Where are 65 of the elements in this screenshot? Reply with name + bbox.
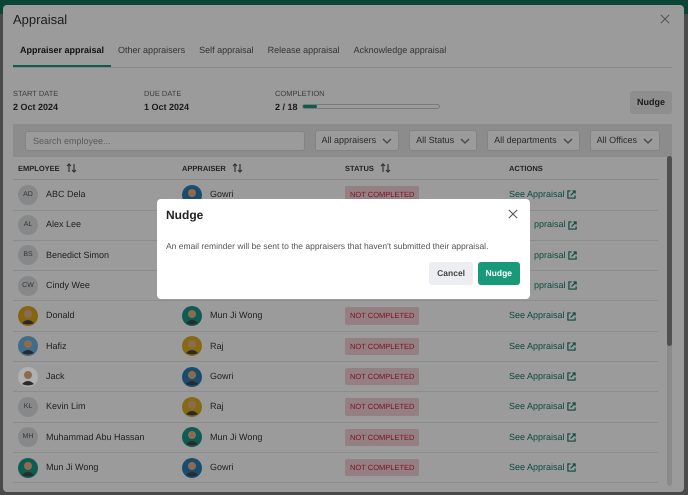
search-field[interactable]: Search employee...	[25, 130, 305, 151]
scrollbar-thumb[interactable]	[667, 156, 672, 346]
employee-name: Donald	[46, 309, 75, 322]
employee-name: Mun Ji Wong	[46, 460, 98, 474]
stat-value: 2 Oct 2024	[13, 100, 60, 114]
see-appraisal-link[interactable]: See Appraisal	[509, 188, 576, 202]
modal-title: Nudge	[166, 207, 204, 224]
see-appraisal-link[interactable]: See Appraisal	[509, 309, 576, 323]
tab[interactable]: Appraiser appraisal	[13, 39, 112, 66]
filter-dropdown[interactable]: All departments	[487, 130, 580, 152]
nudge-button[interactable]: Nudge	[630, 90, 672, 114]
filter-dropdown[interactable]: All Status	[409, 130, 478, 152]
filter-dropdown[interactable]: All appraisers	[314, 130, 400, 152]
employee-name: Muhammad Abu Hassan	[46, 430, 145, 444]
external-link-icon	[568, 220, 577, 230]
external-link-icon	[566, 190, 576, 200]
sort-icon[interactable]	[380, 163, 391, 174]
confirm-button[interactable]: Nudge	[478, 262, 520, 284]
tab[interactable]: Release appraisal	[260, 39, 347, 66]
external-link-icon	[568, 281, 577, 290]
external-link-icon	[566, 372, 576, 382]
see-appraisal-link[interactable]: See Appraisal	[509, 430, 576, 444]
close-button[interactable]	[508, 209, 520, 221]
employee-name: Benedict Simon	[46, 248, 110, 262]
external-link-icon	[566, 342, 576, 351]
stat-value: 1 Oct 2024	[144, 100, 190, 114]
see-appraisal-link[interactable]: ppraisal	[534, 248, 577, 262]
cancel-button[interactable]: Cancel	[429, 262, 474, 284]
appraiser-name: Mun Ji Wong	[210, 430, 262, 444]
see-appraisal-link[interactable]: See Appraisal	[509, 340, 576, 354]
see-appraisal-link[interactable]: ppraisal	[534, 279, 577, 293]
tab[interactable]: Self appraisal	[192, 39, 261, 66]
external-link-icon	[566, 432, 576, 442]
modal-message: An email reminder will be sent to the appraisers that haven't submitted their appraisal.	[166, 240, 490, 253]
filter-dropdown[interactable]: All Offices	[590, 130, 660, 152]
external-link-icon	[566, 402, 576, 412]
see-appraisal-link[interactable]: ppraisal	[534, 218, 577, 232]
chevron-down-icon	[460, 138, 470, 144]
appraiser-name: Raj	[210, 340, 224, 353]
employee-name: Hafiz	[46, 340, 67, 353]
employee-name: Alex Lee	[46, 218, 82, 232]
completion-count: 2 / 18	[275, 100, 298, 114]
appraiser-name: Gowri	[210, 460, 234, 474]
employee-name: Kevin Lim	[46, 400, 86, 414]
chevron-down-icon	[382, 138, 392, 144]
dialog-title: Appraisal	[13, 11, 68, 30]
tab[interactable]: Acknowledge appraisal	[346, 39, 454, 66]
employee-name: ABC Dela	[46, 188, 86, 202]
appraiser-name: Raj	[210, 400, 224, 414]
tab[interactable]: Other appraisers	[111, 39, 192, 66]
see-appraisal-link[interactable]: See Appraisal	[509, 370, 576, 384]
external-link-icon	[568, 250, 577, 260]
see-appraisal-link[interactable]: See Appraisal	[509, 400, 576, 414]
appraiser-name: Gowri	[210, 370, 234, 383]
sort-icon[interactable]	[66, 163, 77, 174]
employee-name: Jack	[46, 370, 65, 383]
employee-name: Cindy Wee	[46, 279, 90, 292]
sort-icon[interactable]	[232, 163, 243, 174]
appraiser-name: Mun Ji Wong	[210, 309, 262, 322]
external-link-icon	[566, 463, 576, 472]
chevron-down-icon	[562, 138, 573, 144]
appraiser-name: Gowri	[210, 188, 234, 202]
see-appraisal-link[interactable]: See Appraisal	[509, 460, 576, 474]
chevron-down-icon	[643, 138, 653, 144]
external-link-icon	[566, 312, 576, 321]
